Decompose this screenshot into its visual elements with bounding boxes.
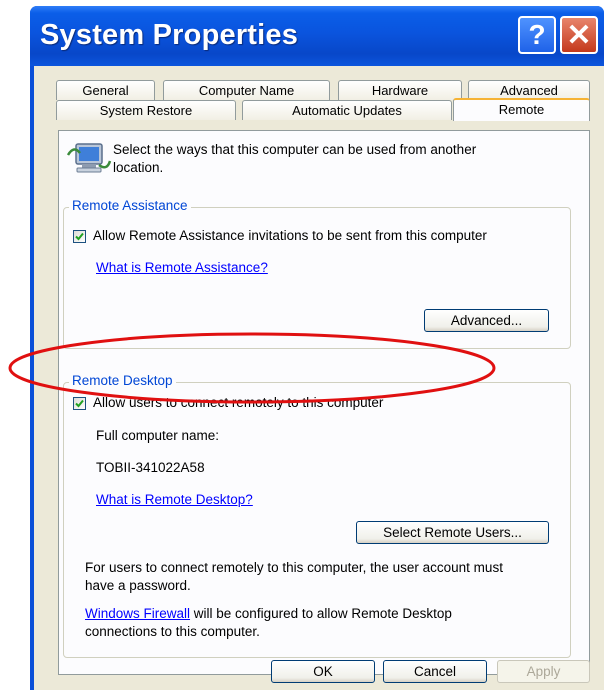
ok-button[interactable]: OK (271, 660, 375, 683)
cancel-button[interactable]: Cancel (383, 660, 487, 683)
tab-remote[interactable]: Remote (453, 98, 590, 121)
advanced-button[interactable]: Advanced... (424, 309, 549, 332)
help-icon: ? (528, 19, 546, 50)
remote-tab-page: Select the ways that this computer can b… (58, 130, 590, 675)
close-button[interactable]: ✕ (560, 16, 598, 54)
full-computer-name-value: TOBII-341022A58 (96, 460, 205, 475)
firewall-note: Windows Firewall will be configured to a… (85, 605, 452, 641)
intro-text: Select the ways that this computer can b… (113, 141, 476, 177)
remote-computer-icon (66, 141, 112, 175)
tab-computer-name[interactable]: Computer Name (163, 80, 330, 100)
remote-desktop-title: Remote Desktop (69, 373, 176, 388)
checkmark-icon (75, 399, 84, 408)
intro-text-line1: Select the ways that this computer can b… (113, 142, 477, 157)
tab-advanced[interactable]: Advanced (468, 80, 590, 100)
tab-general[interactable]: General (56, 80, 155, 100)
apply-button[interactable]: Apply (497, 660, 590, 683)
remote-desktop-checkbox[interactable] (73, 397, 86, 410)
password-note: For users to connect remotely to this co… (85, 559, 503, 595)
checkmark-icon (75, 232, 84, 241)
windows-firewall-link[interactable]: Windows Firewall (85, 606, 190, 621)
close-icon: ✕ (566, 18, 592, 52)
remote-assistance-title: Remote Assistance (69, 198, 191, 213)
title-bar[interactable]: System Properties ? ✕ (30, 6, 604, 66)
select-remote-users-button[interactable]: Select Remote Users... (356, 521, 549, 544)
help-button[interactable]: ? (518, 16, 556, 54)
what-is-remote-assistance-link[interactable]: What is Remote Assistance? (96, 260, 268, 275)
what-is-remote-desktop-link[interactable]: What is Remote Desktop? (96, 492, 253, 507)
firewall-note-rest: will be configured to allow Remote Deskt… (190, 606, 452, 621)
system-properties-window: System Properties ? ✕ General Computer N… (30, 6, 604, 690)
intro-text-line2: location. (113, 160, 164, 175)
tab-system-restore[interactable]: System Restore (56, 100, 236, 120)
window-title: System Properties (40, 19, 299, 51)
password-note-line1: For users to connect remotely to this co… (85, 560, 503, 575)
remote-assistance-checkbox[interactable] (73, 230, 86, 243)
password-note-line2: have a password. (85, 578, 191, 593)
remote-assistance-checkbox-label[interactable]: Allow Remote Assistance invitations to b… (93, 228, 487, 243)
full-computer-name-label: Full computer name: (96, 428, 220, 443)
tab-automatic-updates[interactable]: Automatic Updates (242, 100, 452, 120)
remote-desktop-checkbox-label[interactable]: Allow users to connect remotely to this … (93, 395, 383, 410)
tab-hardware[interactable]: Hardware (338, 80, 462, 100)
dialog-client-area: General Computer Name Hardware Advanced … (34, 66, 604, 690)
firewall-note-line1: Windows Firewall will be configured to a… (85, 605, 452, 623)
firewall-note-line2: connections to this computer. (85, 624, 260, 639)
